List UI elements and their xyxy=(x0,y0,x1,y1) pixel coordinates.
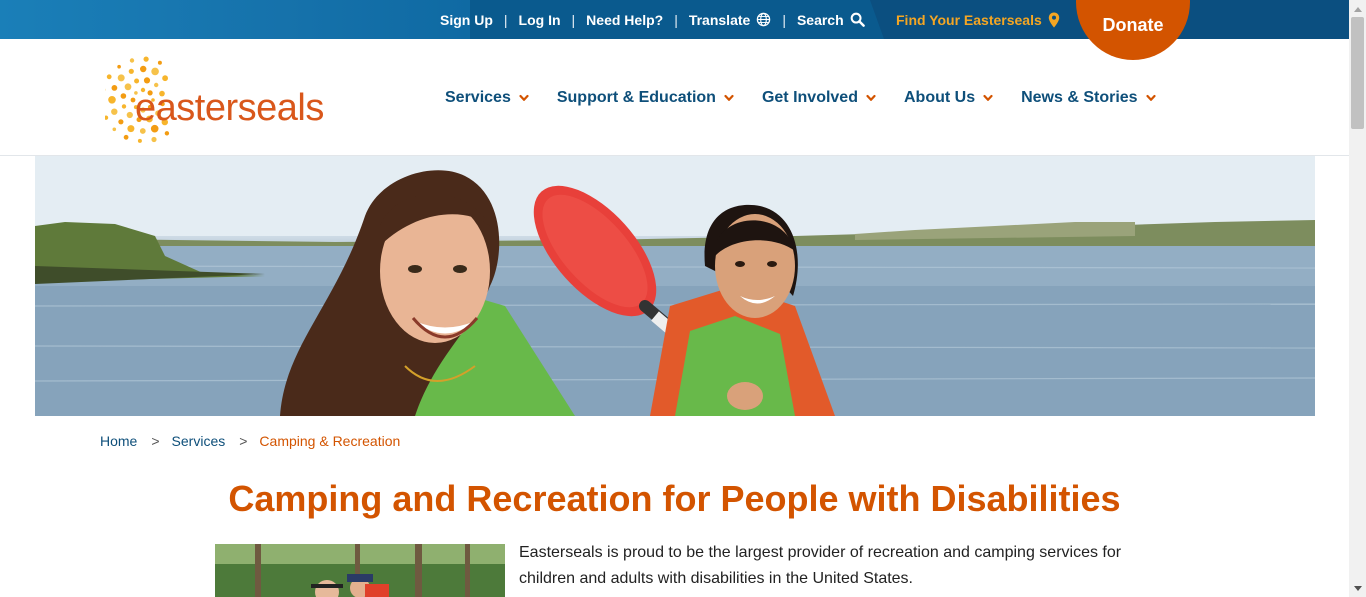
translate-label: Translate xyxy=(688,11,751,28)
sunburst-dot xyxy=(164,131,170,136)
breadcrumb-current: Camping & Recreation xyxy=(259,433,401,449)
sunburst-dot xyxy=(162,75,168,82)
scrollbar-thumb[interactable] xyxy=(1351,17,1364,129)
chevron-down-icon xyxy=(866,94,876,101)
need-help-label: Need Help? xyxy=(586,11,664,28)
nav-get-involved-label: Get Involved xyxy=(761,88,858,106)
camp-photo-illustration xyxy=(215,544,505,597)
donate-label: Donate xyxy=(1102,15,1164,35)
nav-news-stories-label: News & Stories xyxy=(1021,88,1138,106)
sunburst-dot xyxy=(121,104,127,109)
location-pin-icon xyxy=(1048,12,1059,27)
nav-support-education[interactable]: Support & Education xyxy=(557,89,734,107)
sunburst-dot xyxy=(117,64,121,69)
find-your-easterseals-link[interactable]: Find Your Easterseals xyxy=(896,0,1060,39)
hero-illustration xyxy=(35,156,1315,416)
sunburst-dot xyxy=(111,85,118,91)
sunburst-dot xyxy=(118,119,124,125)
search-icon xyxy=(850,12,865,27)
log-in-label: Log In xyxy=(518,11,561,28)
sign-up-link[interactable]: Sign Up xyxy=(440,12,493,28)
nav-about-us[interactable]: About Us xyxy=(904,89,993,107)
breadcrumb-separator: > xyxy=(151,433,160,449)
search-link[interactable]: Search xyxy=(797,12,865,28)
utility-separator: | xyxy=(503,11,508,28)
translate-link[interactable]: Translate xyxy=(689,12,771,28)
chevron-down-icon xyxy=(519,94,529,101)
globe-icon xyxy=(757,12,771,27)
search-label: Search xyxy=(796,11,844,28)
intro-paragraph: Easterseals is proud to be the largest p… xyxy=(519,544,1122,587)
breadcrumb-separator: > xyxy=(239,433,248,449)
sunburst-dot xyxy=(127,125,135,133)
sunburst-dot xyxy=(157,60,162,65)
nav-services[interactable]: Services xyxy=(445,89,529,107)
logo-wordmark: easterseals xyxy=(135,87,324,129)
page-title: Camping and Recreation for People with D… xyxy=(228,478,1121,519)
scroll-down-arrow-icon[interactable] xyxy=(1349,580,1366,597)
find-label: Find Your Easterseals xyxy=(896,11,1042,28)
sunburst-dot xyxy=(120,93,127,99)
sunburst-dot xyxy=(123,134,129,140)
breadcrumb: Home > Services > Camping & Recreation xyxy=(100,433,400,449)
sunburst-dot xyxy=(151,67,159,76)
chevron-down-icon xyxy=(1145,94,1156,101)
need-help-link[interactable]: Need Help? xyxy=(586,12,663,28)
sunburst-dot xyxy=(128,68,134,74)
sunburst-dot xyxy=(129,58,135,63)
utility-separator: | xyxy=(782,11,786,28)
sunburst-dot xyxy=(112,127,117,132)
breadcrumb-services[interactable]: Services xyxy=(172,433,226,449)
breadcrumb-home[interactable]: Home xyxy=(100,433,137,449)
nav-get-involved[interactable]: Get Involved xyxy=(762,89,876,107)
sunburst-dot xyxy=(105,115,109,120)
nav-support-education-label: Support & Education xyxy=(556,88,716,106)
utility-separator: | xyxy=(571,11,576,28)
sunburst-dot xyxy=(124,83,132,91)
camp-photo xyxy=(215,544,505,597)
easterseals-logo[interactable]: easterseals xyxy=(105,54,345,144)
nav-services-label: Services xyxy=(445,88,511,106)
sunburst-dot xyxy=(134,78,140,84)
chevron-down-icon xyxy=(724,94,734,101)
nav-about-us-label: About Us xyxy=(903,88,976,106)
sunburst-dot xyxy=(108,96,116,104)
sunburst-dot xyxy=(126,111,133,119)
utility-bar-gradient xyxy=(0,0,470,39)
sign-up-label: Sign Up xyxy=(440,11,493,28)
chevron-down-icon xyxy=(983,94,993,101)
hero-kayak-photo xyxy=(35,156,1315,416)
sunburst-dot xyxy=(143,56,149,62)
utility-separator: | xyxy=(674,11,678,28)
sunburst-dot xyxy=(140,65,147,73)
main-nav: Services Support & Education Get Involve… xyxy=(445,39,1156,156)
nav-news-stories[interactable]: News & Stories xyxy=(1021,88,1156,107)
page-scrollbar[interactable] xyxy=(1349,0,1366,597)
scroll-up-arrow-icon[interactable] xyxy=(1349,0,1366,17)
log-in-link[interactable]: Log In xyxy=(519,12,561,28)
sunburst-dot xyxy=(151,136,157,143)
sunburst-dot xyxy=(117,74,125,82)
sunburst-dot xyxy=(111,108,118,115)
sunburst-dot xyxy=(143,77,151,84)
sunburst-dot xyxy=(106,74,112,80)
sunburst-dot xyxy=(137,138,142,143)
utility-links: Sign Up | Log In | Need Help? | Translat… xyxy=(440,0,865,39)
